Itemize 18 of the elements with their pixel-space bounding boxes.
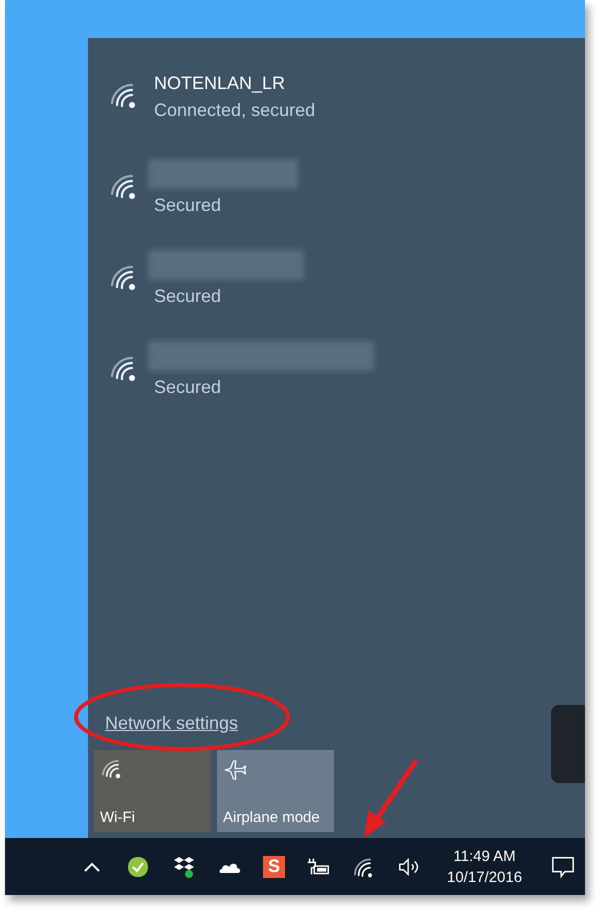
- network-name: NOTENLAN_LR: [154, 72, 286, 94]
- network-status: Connected, secured: [154, 100, 316, 120]
- network-settings-link[interactable]: Network settings: [105, 713, 238, 734]
- network-item[interactable]: NOTENLAN_LR Connected, secured: [108, 68, 585, 125]
- notification-icon[interactable]: [550, 854, 576, 878]
- airplane-icon: [223, 758, 247, 782]
- quick-action-tile[interactable]: Airplane mode: [217, 750, 334, 832]
- network-status: Secured: [154, 377, 222, 398]
- check-badge-icon[interactable]: [125, 854, 151, 878]
- network-status: Secured: [154, 286, 222, 307]
- quick-action-tile[interactable]: Wi-Fi: [94, 750, 211, 832]
- network-item[interactable]: Secured: [108, 159, 585, 216]
- network-item[interactable]: Secured: [108, 341, 585, 398]
- network-status: Secured: [154, 195, 222, 216]
- app-badge[interactable]: S: [263, 856, 285, 878]
- clock-time[interactable]: 11:49 AM: [453, 848, 516, 864]
- network-item[interactable]: Secured: [108, 250, 585, 307]
- clock-date[interactable]: 10/17/2016: [447, 868, 522, 886]
